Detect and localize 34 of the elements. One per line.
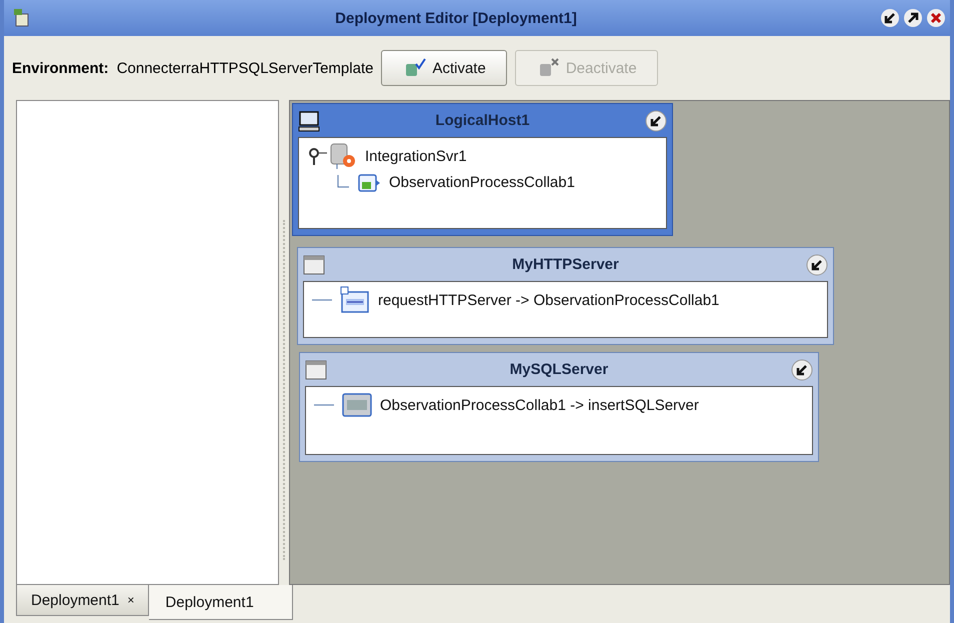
node-title: LogicalHost1 bbox=[434, 112, 531, 129]
node-panel[interactable]: MySQLServer ObservationProcessCollab1 -> insertSQLServer bbox=[299, 352, 819, 462]
window-title: Deployment Editor [Deployment1] bbox=[334, 10, 578, 26]
activate-button[interactable]: Activate bbox=[381, 50, 507, 86]
node-panel[interactable]: MyHTTPServer requestHTTPServer -> ObservationProcessCollab1 bbox=[297, 247, 834, 345]
device-cross-icon bbox=[538, 58, 560, 78]
tree-item[interactable]: ObservationProcessCollab1 bbox=[389, 174, 575, 190]
connector-line bbox=[312, 298, 332, 302]
close-icon[interactable] bbox=[926, 8, 946, 28]
connector-line bbox=[314, 403, 334, 407]
tree-item[interactable]: requestHTTPServer -> ObservationProcessCollab1 bbox=[378, 292, 720, 308]
monitor-icon bbox=[298, 110, 320, 132]
collapse-icon[interactable] bbox=[645, 110, 667, 132]
collapse-icon[interactable] bbox=[791, 358, 813, 380]
tab[interactable]: Deployment1 bbox=[149, 585, 293, 620]
environment-name: ConnecterraHTTPSQLServerTemplate bbox=[116, 60, 374, 76]
tree-item[interactable]: IntegrationSvr1 bbox=[365, 148, 467, 164]
http-icon bbox=[340, 286, 370, 314]
node-title: MySQLServer bbox=[508, 361, 610, 378]
device-check-icon bbox=[404, 58, 426, 78]
collapse-icon[interactable] bbox=[806, 254, 828, 276]
server-gear-icon bbox=[307, 143, 357, 169]
sql-icon bbox=[342, 393, 372, 417]
node-title: MyHTTPServer bbox=[511, 256, 620, 273]
tree-item[interactable]: ObservationProcessCollab1 -> insertSQLServer bbox=[380, 396, 699, 414]
node-panel[interactable]: LogicalHost1 IntegrationSvr1 ObservationProcessCollab1 bbox=[292, 103, 673, 236]
tab[interactable]: Deployment1 × bbox=[16, 585, 150, 616]
window-icon bbox=[303, 254, 325, 274]
window-icon bbox=[305, 360, 327, 380]
tree-connector bbox=[337, 175, 349, 189]
minimize-icon[interactable] bbox=[880, 8, 900, 28]
maximize-icon[interactable] bbox=[903, 8, 923, 28]
tab-close[interactable]: × bbox=[127, 593, 134, 607]
environment-label: Environment: bbox=[12, 60, 109, 76]
